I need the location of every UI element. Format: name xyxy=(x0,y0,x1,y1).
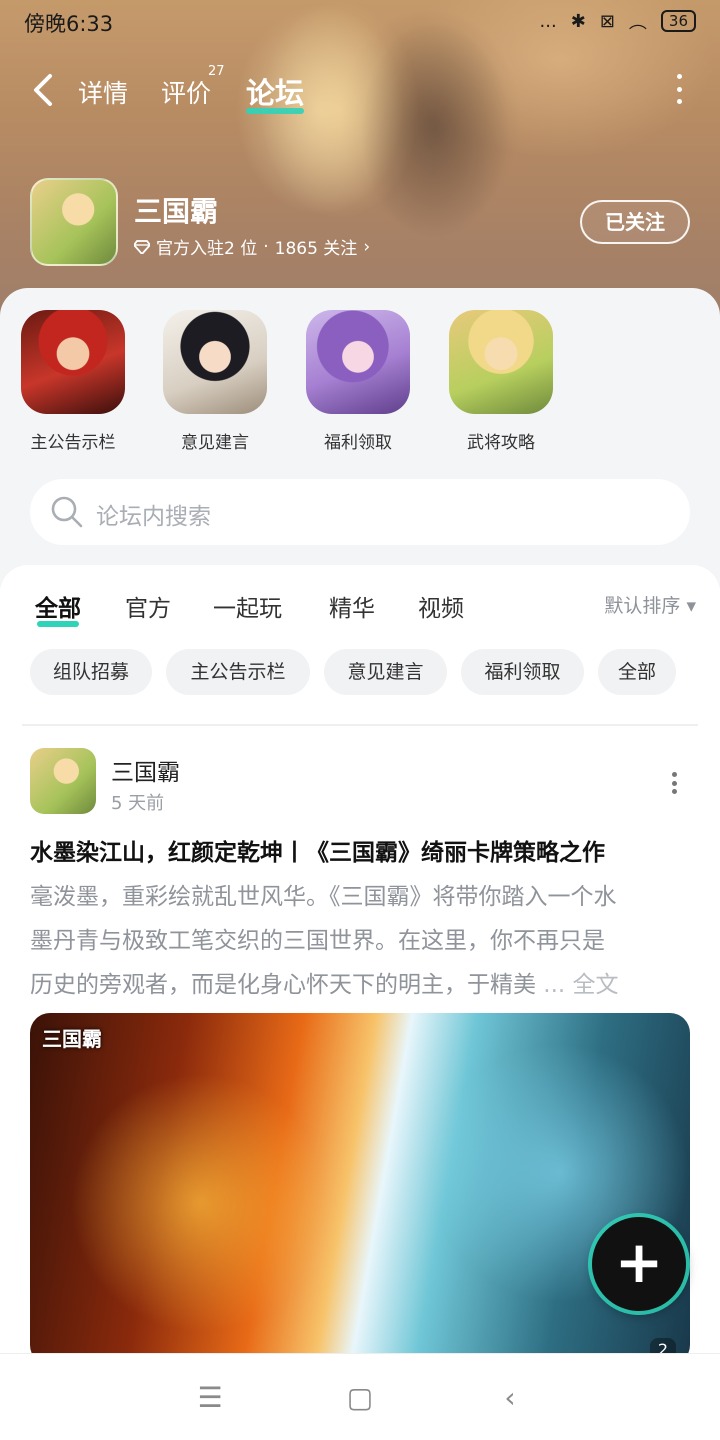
section-rewards[interactable]: 福利领取 xyxy=(303,310,413,453)
chip-feedback[interactable]: 意见建言 xyxy=(324,649,447,695)
signal-icon: ... xyxy=(539,10,557,32)
home-icon[interactable]: ▢ xyxy=(340,1378,380,1418)
read-more-link[interactable]: ... 全文 xyxy=(536,972,618,998)
chip-announcements[interactable]: 主公告示栏 xyxy=(166,649,310,695)
game-title: 三国霸 xyxy=(134,195,219,228)
forum-sections-panel: 主公告示栏 意见建言 福利领取 武将攻略 论坛内搜索 xyxy=(0,288,720,588)
post-excerpt-line: 毫泼墨，重彩绘就乱世风华。《三国霸》将带你踏入一个水 xyxy=(30,884,617,910)
tab-forum[interactable]: 论坛 xyxy=(246,70,305,114)
system-nav-bar: ☰ ▢ ‹ xyxy=(0,1353,720,1440)
section-guides[interactable]: 武将攻略 xyxy=(446,310,556,453)
reviews-count-badge: 27 xyxy=(208,64,225,79)
feed-tab-featured[interactable]: 精华 xyxy=(329,589,375,623)
search-icon xyxy=(51,496,83,528)
section-thumb xyxy=(449,310,553,414)
hero-header: 傍晚6:33 ... ✱ ⊠ ︵ 36 详情 评价 27 论坛 三国霸 官方入驻… xyxy=(0,0,720,320)
more-options-icon[interactable] xyxy=(674,74,684,104)
battery-icon: 36 xyxy=(660,10,696,32)
section-thumb xyxy=(163,310,267,414)
status-icons: ... ✱ ⊠ ︵ 36 xyxy=(540,8,696,34)
game-info: 三国霸 官方入驻2 位 · 1865 关注 › 已关注 xyxy=(30,178,690,268)
section-label: 武将攻略 xyxy=(467,433,535,453)
post-options-icon[interactable] xyxy=(672,772,678,794)
forum-search-bar[interactable]: 论坛内搜索 xyxy=(30,479,690,545)
sim-icon: ⊠ xyxy=(599,10,615,32)
wifi-icon: ︵ xyxy=(628,12,647,33)
follow-button[interactable]: 已关注 xyxy=(580,200,690,244)
chip-team-recruit[interactable]: 组队招募 xyxy=(30,649,152,695)
feed-tab-all[interactable]: 全部 xyxy=(35,589,81,627)
post-image[interactable]: 三国霸 2 xyxy=(30,1013,690,1365)
chevron-right-icon: › xyxy=(363,236,371,257)
status-time: 傍晚6:33 xyxy=(24,12,114,36)
game-icon[interactable] xyxy=(30,178,118,266)
top-nav: 详情 评价 27 论坛 xyxy=(0,60,720,120)
post-title[interactable]: 水墨染江山，红颜定乾坤丨《三国霸》绮丽卡牌策略之作 xyxy=(30,833,690,867)
post-excerpt-text: 历史的旁观者，而是化身心怀天下的明主，于精美 xyxy=(30,972,536,998)
menu-icon[interactable]: ☰ xyxy=(190,1378,230,1418)
meta-separator: · xyxy=(263,236,269,257)
section-feedback[interactable]: 意见建言 xyxy=(160,310,270,453)
section-announcements[interactable]: 主公告示栏 xyxy=(18,310,128,453)
feed-tab-play-together[interactable]: 一起玩 xyxy=(213,589,282,623)
section-label: 意见建言 xyxy=(181,433,249,453)
diamond-icon xyxy=(134,239,150,254)
post-time: 5 天前 xyxy=(111,793,165,814)
follower-count: 1865 关注 xyxy=(274,239,358,259)
game-meta[interactable]: 官方入驻2 位 · 1865 关注 › xyxy=(134,234,370,259)
section-label: 主公告示栏 xyxy=(30,433,116,453)
image-game-logo: 三国霸 xyxy=(42,1027,102,1051)
plus-icon: + xyxy=(614,1228,664,1296)
tab-detail[interactable]: 详情 xyxy=(78,74,128,110)
status-bar: 傍晚6:33 ... ✱ ⊠ ︵ 36 xyxy=(0,0,720,44)
divider xyxy=(22,724,698,726)
section-thumb xyxy=(306,310,410,414)
create-post-button[interactable]: + xyxy=(592,1217,686,1311)
image-fire-glow xyxy=(70,1073,330,1333)
bluetooth-icon: ✱ xyxy=(570,10,586,32)
avatar[interactable] xyxy=(30,748,96,814)
post-author[interactable]: 三国霸 xyxy=(111,753,180,787)
section-thumb xyxy=(21,310,125,414)
tab-reviews[interactable]: 评价 xyxy=(161,74,211,110)
chip-rewards[interactable]: 福利领取 xyxy=(461,649,584,695)
feed-tab-video[interactable]: 视频 xyxy=(418,589,464,623)
post-excerpt-line: 历史的旁观者，而是化身心怀天下的明主，于精美 ... 全文 xyxy=(30,963,690,1007)
official-rank: 官方入驻2 位 xyxy=(156,239,258,259)
chip-all[interactable]: 全部 xyxy=(598,649,676,695)
section-label: 福利领取 xyxy=(324,433,392,453)
feed-tab-official[interactable]: 官方 xyxy=(125,589,171,623)
back-arrow-icon[interactable] xyxy=(30,72,60,108)
back-icon[interactable]: ‹ xyxy=(490,1378,530,1418)
sort-dropdown[interactable]: 默认排序 ▾ xyxy=(604,591,696,618)
post-excerpt[interactable]: 毫泼墨，重彩绘就乱世风华。《三国霸》将带你踏入一个水 墨丹青与极致工笔交织的三国… xyxy=(30,875,690,1007)
post-excerpt-line: 墨丹青与极致工笔交织的三国世界。在这里，你不再只是 xyxy=(30,928,605,954)
search-input[interactable]: 论坛内搜索 xyxy=(96,497,211,531)
